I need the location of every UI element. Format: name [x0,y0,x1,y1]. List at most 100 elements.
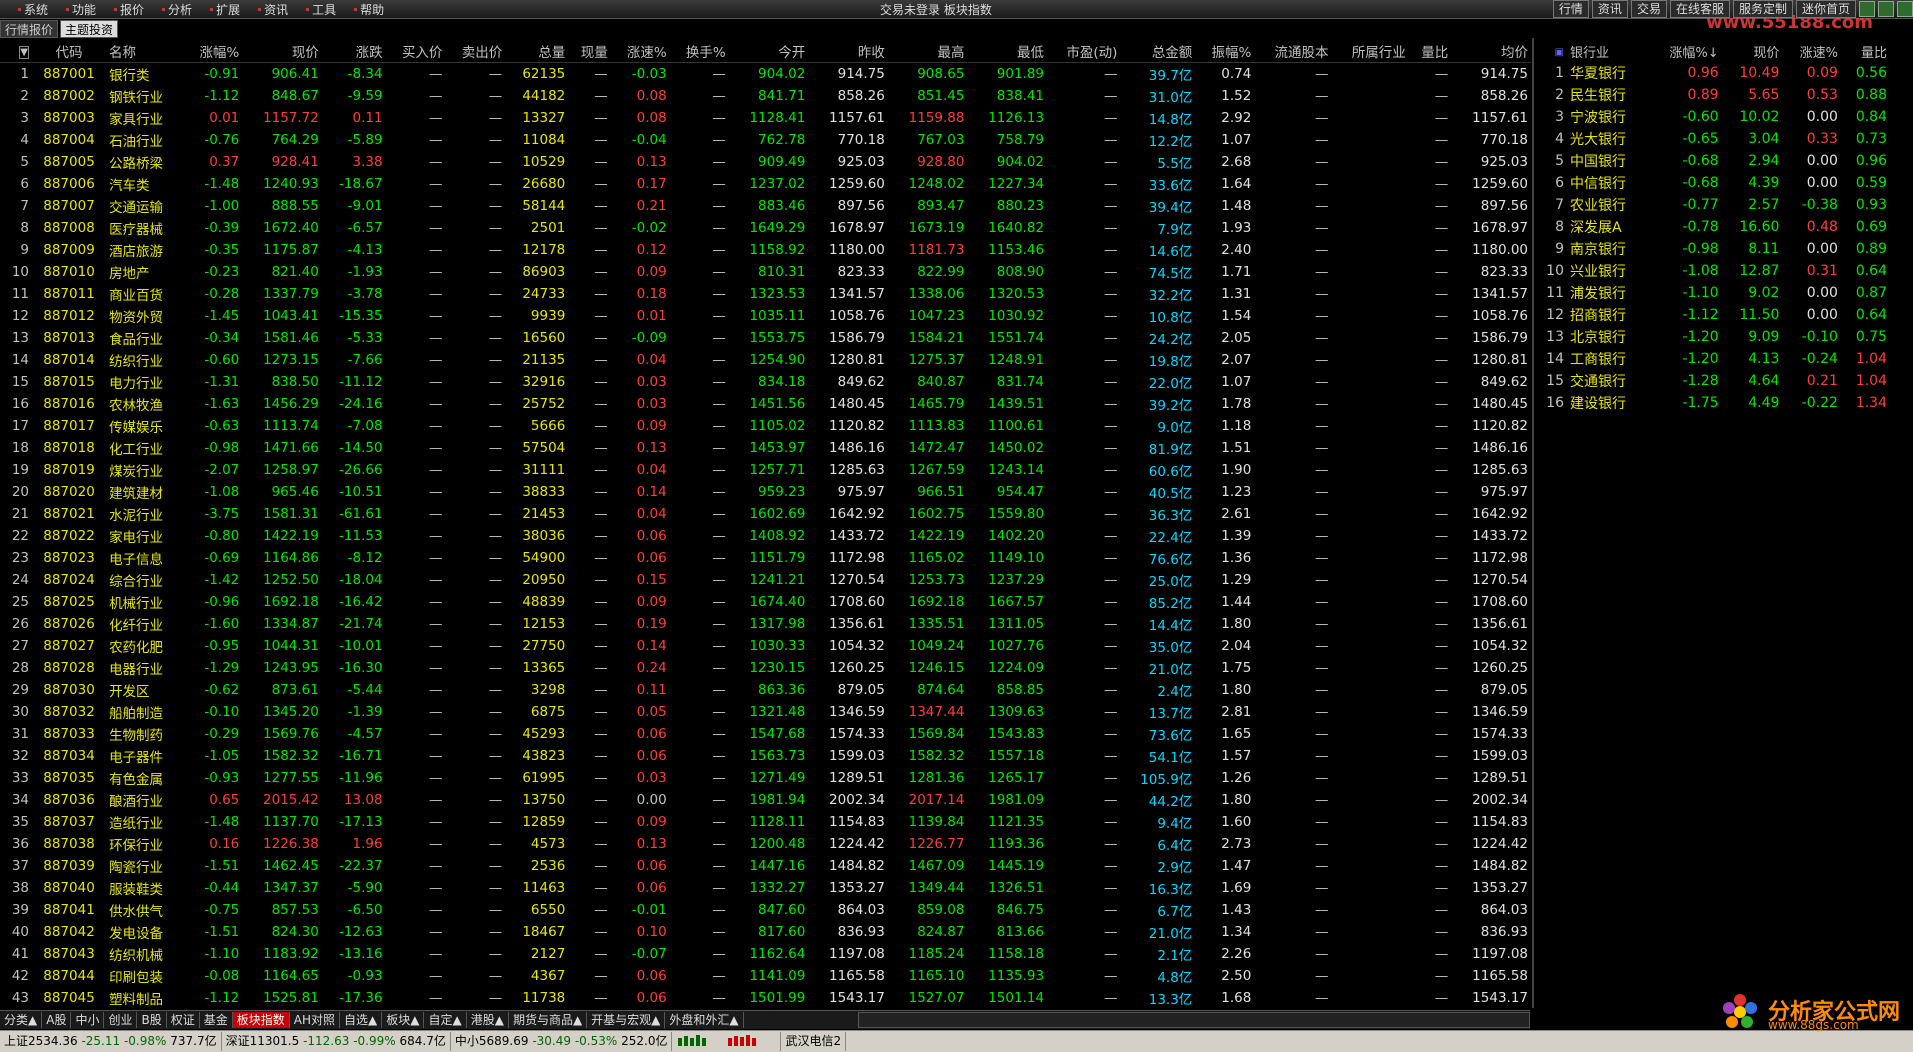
top-button[interactable]: 迷你首页 [1795,0,1856,18]
table-row[interactable]: 27 887027 农药化肥 -0.95 1044.31 -10.01 — — 27750 — 0.… [0,635,1531,657]
side-column-header[interactable]: 涨速% [1782,40,1841,62]
table-row[interactable]: 13 887013 食品行业 -0.34 1581.46 -5.33 — — 16560 — -0.… [0,327,1531,349]
category-tab[interactable]: 板块▲ [382,1012,425,1028]
side-column-header[interactable]: ▣ [1535,40,1567,62]
column-header[interactable]: 总量 [505,40,568,63]
dropdown-icon[interactable]: ▼ [19,46,29,59]
side-row[interactable]: 4 光大银行 -0.65 3.04 0.33 0.73 [1535,128,1890,150]
table-row[interactable]: 14 887014 纺织行业 -0.60 1273.15 -7.66 — — 21135 — 0.0… [0,349,1531,371]
top-button[interactable]: 在线客服 [1669,0,1730,18]
column-header[interactable]: 振幅% [1195,40,1254,63]
category-tab[interactable]: AH对照 [290,1012,340,1028]
panel-divider[interactable] [1532,38,1534,1008]
column-header[interactable]: 涨幅% [183,40,242,63]
category-tab[interactable]: B股 [137,1012,167,1028]
maximize-button[interactable] [1878,1,1894,17]
category-tab[interactable]: 中小 [71,1012,105,1028]
table-row[interactable]: 40 887042 发电设备 -1.51 824.30 -12.63 — — 18467 — 0.1… [0,921,1531,943]
table-row[interactable]: 1 887001 银行类 -0.91 906.41 -8.34— —62135— -0.03—… [0,62,1531,85]
table-row[interactable]: 35 887037 造纸行业 -1.48 1137.70 -17.13 — — 12859 — 0.… [0,811,1531,833]
side-row[interactable]: 2 民生银行 0.89 5.65 0.53 0.88 [1535,84,1890,106]
table-row[interactable]: 8 887008 医疗器械 -0.39 1672.40 -6.57 — — 2501 — -0.02… [0,217,1531,239]
column-header[interactable]: 最高 [888,40,968,63]
table-row[interactable]: 37 887039 陶瓷行业 -1.51 1462.45 -22.37 — — 2536 — 0.0… [0,855,1531,877]
side-row[interactable]: 9 南京银行 -0.98 8.11 0.00 0.89 [1535,238,1890,260]
horizontal-scrollbar[interactable] [858,1012,1530,1028]
column-header[interactable]: 买入价 [386,40,446,63]
side-row[interactable]: 8 深发展A -0.78 16.60 0.48 0.69 [1535,216,1890,238]
column-header[interactable]: 所属行业 [1332,40,1409,63]
column-header[interactable]: ▼ [0,40,32,63]
menu-item[interactable]: 系统 [18,1,48,18]
table-row[interactable]: 26 887026 化纤行业 -1.60 1334.87 -21.74 — — 12153 — 0.… [0,613,1531,635]
table-row[interactable]: 18 887018 化工行业 -0.98 1471.66 -14.50 — — 57504 — 0.… [0,437,1531,459]
table-row[interactable]: 16 887016 农林牧渔 -1.63 1456.29 -24.16 — — 25752 — 0.… [0,393,1531,415]
table-row[interactable]: 31 887033 生物制药 -0.29 1569.76 -4.57 — — 45293 — 0.0… [0,723,1531,745]
minimize-button[interactable] [1859,1,1875,17]
side-column-header[interactable]: 涨幅%↓ [1649,40,1722,62]
category-tab[interactable]: 分类▲ [0,1012,43,1028]
table-row[interactable]: 12 887012 物资外贸 -1.45 1043.41 -15.35 — — 9939 — 0.0… [0,305,1531,327]
table-row[interactable]: 5 887005 公路桥梁 0.37 928.41 3.38 — — 10529 — 0.13 — 90… [0,151,1531,173]
table-row[interactable]: 32 887034 电子器件 -1.05 1582.32 -16.71 — — 43823 — 0.… [0,745,1531,767]
side-row[interactable]: 12 招商银行 -1.12 11.50 0.00 0.64 [1535,304,1890,326]
column-header[interactable]: 昨收 [808,40,888,63]
side-column-header[interactable]: 量比 [1841,40,1890,62]
tab-theme-investment[interactable]: 主题投资 [60,20,119,38]
top-button[interactable]: 资讯 [1591,0,1628,18]
table-row[interactable]: 28 887028 电器行业 -1.29 1243.95 -16.30 — — 13365 — 0.… [0,657,1531,679]
table-row[interactable]: 25 887025 机械行业 -0.96 1692.18 -16.42 — — 48839 — 0.… [0,591,1531,613]
category-tab[interactable]: 自定▲ [424,1012,467,1028]
table-row[interactable]: 34 887036 酿酒行业 0.65 2015.42 13.08 — — 13750 — 0.00… [0,789,1531,811]
top-button[interactable]: 服务定制 [1732,0,1793,18]
table-row[interactable]: 10 887010 房地产 -0.23 821.40 -1.93 — — 86903 — 0.09 —… [0,261,1531,283]
table-row[interactable]: 6 887006 汽车类 -1.48 1240.93 -18.67 — — 26680 — 0.17… [0,173,1531,195]
column-header[interactable]: 代码 [32,40,106,63]
menu-item[interactable]: 分析 [162,1,192,18]
tab-quotes[interactable]: 行情报价 [0,20,59,38]
menu-item[interactable]: 报价 [114,1,144,18]
side-row[interactable]: 7 农业银行 -0.77 2.57 -0.38 0.93 [1535,194,1890,216]
column-header[interactable]: 换手% [670,40,729,63]
zx-index-status[interactable]: 中小5689.69 -30.49 -0.53% 252.0亿 [451,1032,673,1051]
category-tab[interactable]: 期货与商品▲ [509,1012,588,1028]
table-row[interactable]: 7 887007 交通运输 -1.00 888.55 -9.01 — — 58144 — 0.21 —… [0,195,1531,217]
table-row[interactable]: 3 887003 家具行业 0.01 1157.72 0.11 — — 13327 — 0.08 — 1… [0,107,1531,129]
column-header[interactable]: 最低 [967,40,1047,63]
side-row[interactable]: 6 中信银行 -0.68 4.39 0.00 0.59 [1535,172,1890,194]
category-tab[interactable]: A股 [42,1012,72,1028]
top-button[interactable]: 交易 [1630,0,1667,18]
table-row[interactable]: 9 887009 酒店旅游 -0.35 1175.87 -4.13 — — 12178 — 0.12… [0,239,1531,261]
column-header[interactable]: 今开 [729,40,809,63]
top-button[interactable]: 行情 [1552,0,1589,18]
table-row[interactable]: 42 887044 印刷包装 -0.08 1164.65 -0.93 — — 4367 — 0.06… [0,965,1531,987]
close-button[interactable] [1897,1,1913,17]
table-row[interactable]: 19 887019 煤炭行业 -2.07 1258.97 -26.66 — — 31111 — 0.… [0,459,1531,481]
table-row[interactable]: 39 887041 供水供气 -0.75 857.53 -6.50 — — 6550 — -0.01… [0,899,1531,921]
side-column-header[interactable]: 银行业 [1567,40,1649,62]
table-row[interactable]: 24 887024 综合行业 -1.42 1252.50 -18.04 — — 20950 — 0.… [0,569,1531,591]
table-row[interactable]: 41 887043 纺织机械 -1.10 1183.92 -13.16 — — 2127 — -0.… [0,943,1531,965]
table-row[interactable]: 15 887015 电力行业 -1.31 838.50 -11.12 — — 32916 — 0.0… [0,371,1531,393]
category-tab[interactable]: 外盘和外汇▲ [665,1012,744,1028]
server-status[interactable]: 武汉电信2 [781,1032,847,1051]
side-row[interactable]: 3 宁波银行 -0.60 10.02 0.00 0.84 [1535,106,1890,128]
category-tab[interactable]: 开基与宏观▲ [587,1012,666,1028]
category-tab[interactable]: 自选▲ [340,1012,383,1028]
menu-item[interactable]: 扩展 [210,1,240,18]
side-row[interactable]: 11 浦发银行 -1.10 9.02 0.00 0.87 [1535,282,1890,304]
side-row[interactable]: 5 中国银行 -0.68 2.94 0.00 0.96 [1535,150,1890,172]
sz-index-status[interactable]: 深证11301.5 -112.63 -0.99% 684.7亿 [222,1032,451,1051]
table-row[interactable]: 30 887032 船舶制造 -0.10 1345.20 -1.39 — — 6875 — 0.05… [0,701,1531,723]
category-tab[interactable]: 权证 [167,1012,200,1028]
side-row[interactable]: 10 兴业银行 -1.08 12.87 0.31 0.64 [1535,260,1890,282]
table-row[interactable]: 36 887038 环保行业 0.16 1226.38 1.96 — — 4573 — 0.13 — 1… [0,833,1531,855]
column-header[interactable]: 市盈(动) [1047,40,1120,63]
table-row[interactable]: 22 887022 家电行业 -0.80 1422.19 -11.53 — — 38036 — 0.… [0,525,1531,547]
category-tab[interactable]: 创业 [104,1012,138,1028]
table-row[interactable]: 17 887017 传媒娱乐 -0.63 1113.74 -7.08 — — 5666 — 0.09… [0,415,1531,437]
table-row[interactable]: 23 887023 电子信息 -0.69 1164.86 -8.12 — — 54900 — 0.0… [0,547,1531,569]
table-row[interactable]: 2 887002 钢铁行业 -1.12 848.67 -9.59 — — 44182 — 0.08 —… [0,85,1531,107]
side-row[interactable]: 15 交通银行 -1.28 4.64 0.21 1.04 [1535,370,1890,392]
side-row[interactable]: 16 建设银行 -1.75 4.49 -0.22 1.34 [1535,392,1890,414]
